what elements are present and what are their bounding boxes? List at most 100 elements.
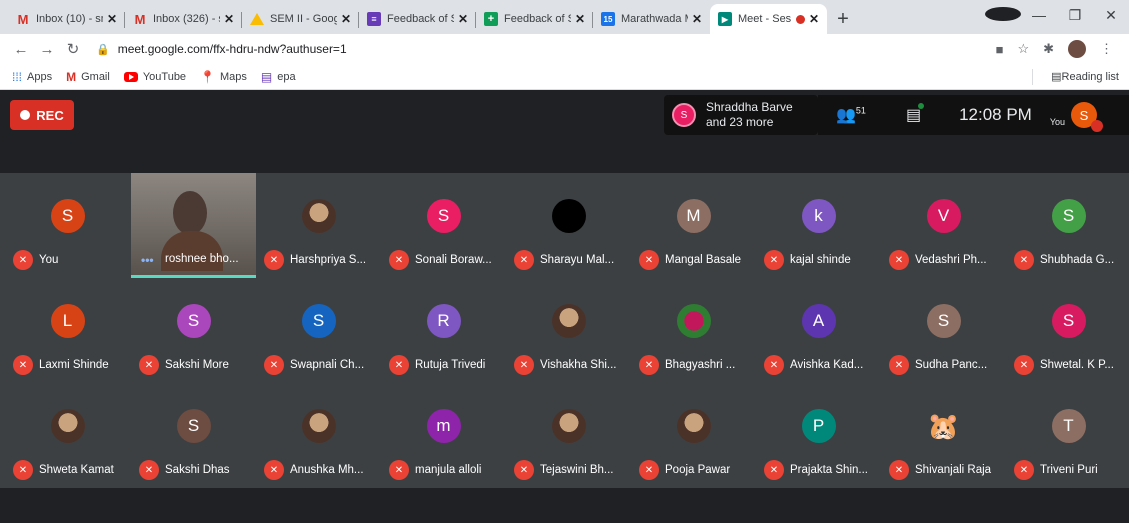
participant-tile[interactable]: M ✕ Mangal Basale [631, 173, 756, 278]
participant-tile[interactable]: S ✕ Sonali Boraw... [381, 173, 506, 278]
bookmark-apps[interactable]: ⁞⁞⁞ Apps [12, 70, 52, 84]
close-icon[interactable]: ✕ [692, 12, 702, 26]
mic-off-icon: ✕ [889, 250, 909, 270]
extensions-icon[interactable]: ✱ [1043, 41, 1054, 57]
mic-off-icon: ✕ [764, 250, 784, 270]
participant-avatar [551, 304, 586, 338]
participant-name: Triveni Puri [1040, 464, 1098, 476]
browser-tab[interactable]: ≡ Feedback of Se ✕ [359, 4, 476, 34]
window-close-icon[interactable]: ✕ [1093, 7, 1129, 24]
participant-name: Tejaswini Bh... [540, 464, 614, 476]
participant-name: You [39, 254, 59, 266]
mic-off-icon: ✕ [139, 355, 159, 375]
back-icon[interactable]: ← [8, 41, 34, 58]
browser-tab[interactable]: M Inbox (326) - sh ✕ [125, 4, 242, 34]
bookmark-label: Gmail [81, 70, 110, 83]
reading-list-button[interactable]: ▤ Reading list [1051, 70, 1119, 84]
participant-tile[interactable]: m ✕ manjula alloli [381, 383, 506, 488]
participant-tile[interactable]: S ✕ Sakshi More [131, 278, 256, 383]
participant-tile[interactable]: L ✕ Laxmi Shinde [5, 278, 130, 383]
restore-icon[interactable]: ❐ [1057, 7, 1093, 24]
participant-tile[interactable]: S ✕ Sakshi Dhas [131, 383, 256, 488]
mic-off-icon: ✕ [13, 355, 33, 375]
presenter-indicator[interactable]: S Shraddha Barve and 23 more [664, 95, 818, 135]
browser-tab-active[interactable]: ▶ Meet - Ses ✕ [710, 4, 827, 34]
participant-name: kajal shinde [790, 254, 851, 266]
close-icon[interactable]: ✕ [575, 12, 585, 26]
presenter-more: and 23 more [706, 115, 774, 129]
participant-tile[interactable]: A ✕ Avishka Kad... [756, 278, 881, 383]
participant-tile[interactable]: S ✕ Sudha Panc... [881, 278, 1006, 383]
participant-avatar: S [50, 199, 85, 233]
bookmark-epa[interactable]: ▤ epa [261, 70, 296, 84]
participant-tile[interactable]: ✕ Pooja Pawar [631, 383, 756, 488]
close-icon[interactable]: ✕ [224, 12, 234, 26]
participant-avatar [676, 304, 711, 338]
participant-tile[interactable]: S ✕ You [5, 173, 130, 278]
participant-name: Avishka Kad... [790, 359, 864, 371]
mic-off-icon: ✕ [514, 355, 534, 375]
reload-icon[interactable]: ↻ [60, 40, 86, 58]
participant-tile[interactable]: S ✕ Shwetal. K P... [1006, 278, 1129, 383]
star-icon[interactable]: ☆ [1017, 41, 1029, 57]
close-icon[interactable]: ✕ [107, 12, 117, 26]
participant-name: Shwetal. K P... [1040, 359, 1114, 371]
participant-video: ••• roshnee bho... [131, 173, 256, 278]
participant-tile[interactable]: S ✕ Shubhada G... [1006, 173, 1129, 278]
participant-tile[interactable]: ✕ Shweta Kamat [5, 383, 130, 488]
minimize-icon[interactable]: — [1021, 7, 1057, 23]
participant-tile[interactable]: ✕ Anushka Mh... [256, 383, 381, 488]
recording-button[interactable]: REC [10, 100, 74, 130]
participant-tile[interactable]: R ✕ Rutuja Trivedi [381, 278, 506, 383]
participant-tile[interactable]: S ✕ Swapnali Ch... [256, 278, 381, 383]
gmail-icon: M [17, 11, 29, 27]
close-icon[interactable]: ✕ [458, 12, 468, 26]
participant-nameplate: ✕ kajal shinde [764, 250, 851, 270]
mic-off-icon: ✕ [514, 250, 534, 270]
participant-tile[interactable]: ••• roshnee bho... [131, 173, 256, 278]
participant-nameplate: ✕ Vedashri Ph... [889, 250, 987, 270]
mic-off-icon: ✕ [264, 250, 284, 270]
participant-nameplate: ✕ Laxmi Shinde [13, 355, 109, 375]
participant-tile[interactable]: ✕ Sharayu Mal... [506, 173, 631, 278]
participant-tile[interactable]: k ✕ kajal shinde [756, 173, 881, 278]
avatar[interactable] [1068, 40, 1086, 58]
browser-tab[interactable]: SEM II - Google ✕ [242, 4, 359, 34]
participant-tile[interactable]: ✕ Tejaswini Bh... [506, 383, 631, 488]
profile-icon[interactable] [985, 6, 1021, 24]
participant-tile[interactable]: T ✕ Triveni Puri [1006, 383, 1129, 488]
participant-tile[interactable]: ✕ Harshpriya S... [256, 173, 381, 278]
record-icon [20, 110, 31, 120]
people-icon[interactable]: 👥51 [836, 105, 866, 125]
sheets-icon: + [484, 12, 498, 26]
self-label: You [1049, 117, 1066, 127]
browser-tab[interactable]: 15 Marathwada M ✕ [593, 4, 710, 34]
self-avatar[interactable]: S [1071, 102, 1104, 132]
participant-name: Swapnali Ch... [290, 359, 365, 371]
camera-icon[interactable]: ■ [996, 42, 1004, 57]
participant-nameplate: ✕ Sharayu Mal... [514, 250, 614, 270]
forward-icon[interactable]: → [34, 41, 60, 58]
participant-tile[interactable]: ✕ Bhagyashri ... [631, 278, 756, 383]
close-icon[interactable]: ✕ [809, 12, 819, 26]
participant-tile[interactable]: 🐹 ✕ Shivanjali Raja [881, 383, 1006, 488]
chat-icon[interactable]: ▤ [906, 103, 925, 125]
new-tab-button[interactable]: + [827, 4, 859, 34]
bookmark-youtube[interactable]: YouTube [123, 71, 186, 83]
more-options-icon[interactable]: ••• [141, 253, 154, 267]
menu-icon[interactable]: ⋮ [1100, 41, 1113, 57]
participant-nameplate: ✕ Vishakha Shi... [514, 355, 617, 375]
mic-off-icon [1091, 120, 1104, 132]
meet-top-bar: REC S Shraddha Barve and 23 more 👥51 ▤ 1… [0, 91, 1129, 173]
url-text: meet.google.com/ffx-hdru-ndw?authuser=1 [117, 42, 347, 56]
bookmark-gmail[interactable]: M Gmail [66, 70, 110, 84]
bookmark-maps[interactable]: 📍 Maps [200, 70, 247, 84]
meet-bottom-bar [0, 488, 1129, 523]
browser-tab[interactable]: + Feedback of Se ✕ [476, 4, 593, 34]
participant-tile[interactable]: P ✕ Prajakta Shin... [756, 383, 881, 488]
browser-tab[interactable]: M Inbox (10) - sn ✕ [8, 4, 125, 34]
close-icon[interactable]: ✕ [341, 12, 351, 26]
participant-tile[interactable]: ✕ Vishakha Shi... [506, 278, 631, 383]
url-field[interactable]: 🔒 meet.google.com/ffx-hdru-ndw?authuser=… [86, 37, 996, 61]
participant-tile[interactable]: V ✕ Vedashri Ph... [881, 173, 1006, 278]
